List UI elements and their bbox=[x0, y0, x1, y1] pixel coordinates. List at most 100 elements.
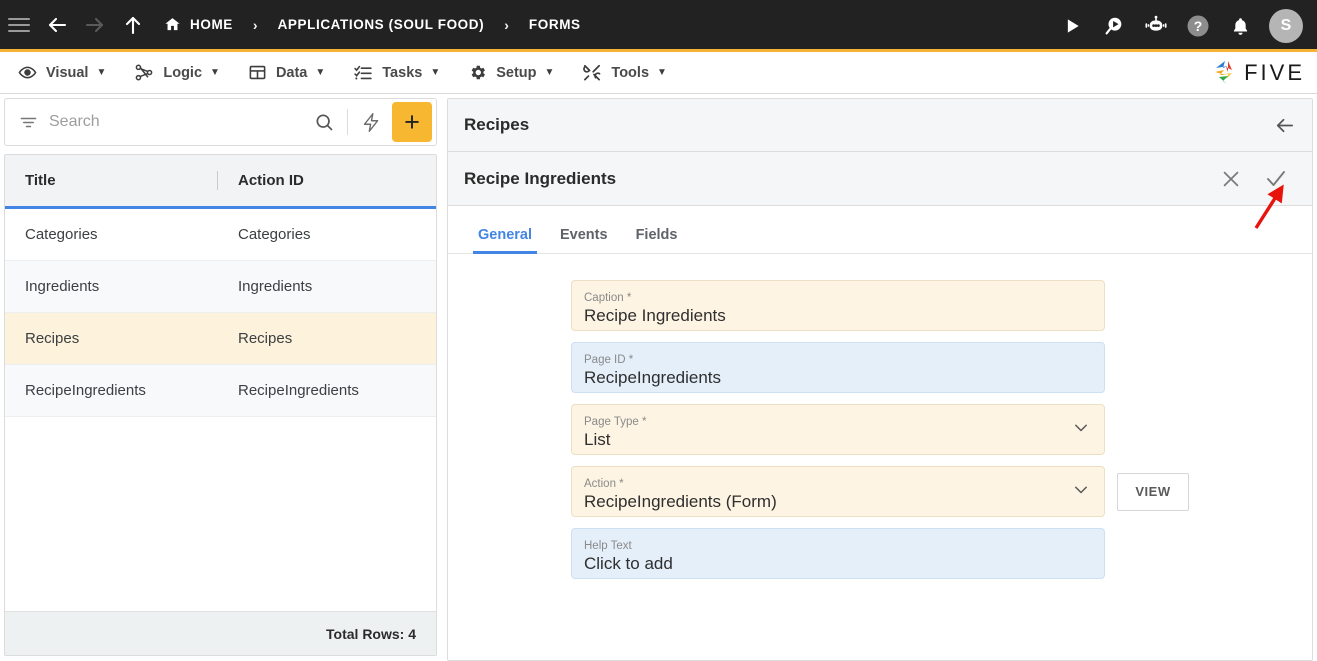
menu-label-data: Data bbox=[275, 64, 308, 81]
detail-header: Recipes bbox=[448, 99, 1312, 152]
chevron-down-icon: ▼ bbox=[544, 67, 555, 78]
run-icon[interactable] bbox=[1051, 0, 1093, 52]
top-nav-controls bbox=[0, 0, 152, 51]
tab-fields[interactable]: Fields bbox=[622, 227, 692, 253]
add-form-button[interactable]: + bbox=[392, 102, 432, 142]
grid-footer: Total Rows: 4 bbox=[5, 611, 436, 655]
chevron-down-icon: ▼ bbox=[430, 67, 441, 78]
save-check-icon[interactable] bbox=[1264, 167, 1288, 191]
total-rows-label: Total Rows: 4 bbox=[326, 625, 416, 642]
table-row[interactable]: Categories Categories bbox=[5, 209, 436, 261]
breadcrumb: HOME › APPLICATIONS (SOUL FOOD) › FORMS bbox=[164, 0, 581, 51]
robot-assistant-icon[interactable] bbox=[1135, 0, 1177, 52]
filter-icon[interactable] bbox=[15, 113, 41, 132]
forms-grid: Title Action ID Categories Categories In… bbox=[4, 154, 437, 656]
page-id-value: RecipeIngredients bbox=[584, 367, 722, 387]
chevron-down-icon: ▼ bbox=[657, 67, 667, 78]
breadcrumb-item-forms[interactable]: FORMS bbox=[529, 17, 581, 32]
record-header: Recipe Ingredients bbox=[448, 152, 1312, 206]
five-logo-text: FIVE bbox=[1244, 60, 1305, 85]
menu-label-setup: Setup bbox=[496, 64, 537, 81]
table-row-selected[interactable]: Recipes Recipes bbox=[5, 313, 436, 365]
cancel-icon[interactable] bbox=[1220, 168, 1242, 190]
grid-column-title[interactable]: Title bbox=[5, 155, 218, 206]
page-id-label: Page ID * bbox=[584, 353, 634, 366]
breadcrumb-item-home[interactable]: HOME bbox=[164, 16, 233, 33]
cell-action-id: Recipes bbox=[238, 330, 293, 347]
page-type-select[interactable]: Page Type * List bbox=[571, 404, 1105, 455]
search-bar: + bbox=[4, 98, 437, 146]
action-select[interactable]: Action * RecipeIngredients (Form) bbox=[571, 466, 1105, 517]
field-row-help-text: Help Text Click to add bbox=[448, 528, 1312, 579]
app-root: HOME › APPLICATIONS (SOUL FOOD) › FORMS … bbox=[0, 0, 1317, 661]
forms-list-panel: + Title Action ID Categories Categories … bbox=[4, 98, 437, 656]
tab-general[interactable]: General bbox=[464, 227, 546, 254]
main-menu-bar: Visual ▼ Logic ▼ Data ▼ Tasks ▼ Setup ▼ … bbox=[0, 52, 1317, 94]
cell-action-id: Categories bbox=[238, 226, 311, 243]
chevron-down-icon: ▼ bbox=[96, 67, 107, 78]
up-arrow-icon[interactable] bbox=[114, 0, 152, 51]
menu-item-logic[interactable]: Logic ▼ bbox=[124, 52, 230, 94]
menu-label-logic: Logic bbox=[163, 64, 203, 81]
cell-title: Categories bbox=[25, 226, 98, 243]
breadcrumb-label-home: HOME bbox=[190, 17, 233, 32]
caption-value: Recipe Ingredients bbox=[584, 305, 726, 325]
cell-action-id: Ingredients bbox=[238, 278, 313, 295]
grid-header-row: Title Action ID bbox=[5, 155, 436, 209]
user-avatar[interactable]: S bbox=[1269, 9, 1303, 43]
chevron-down-icon[interactable] bbox=[1072, 480, 1090, 503]
help-text-field[interactable]: Help Text Click to add bbox=[571, 528, 1105, 579]
table-row[interactable]: RecipeIngredients RecipeIngredients bbox=[5, 365, 436, 417]
close-panel-arrow-icon[interactable] bbox=[1273, 114, 1296, 137]
field-row-caption: Caption * Recipe Ingredients bbox=[448, 280, 1312, 331]
hamburger-menu-icon[interactable] bbox=[0, 0, 38, 51]
grid-column-action-id[interactable]: Action ID bbox=[217, 155, 436, 206]
top-nav-actions: ? S bbox=[1051, 0, 1303, 52]
cell-action-id: RecipeIngredients bbox=[238, 382, 359, 399]
lightning-icon[interactable] bbox=[354, 112, 388, 133]
breadcrumb-label-applications: APPLICATIONS (SOUL FOOD) bbox=[277, 17, 485, 32]
gear-icon bbox=[468, 63, 487, 82]
search-divider bbox=[347, 109, 348, 135]
back-arrow-icon[interactable] bbox=[38, 0, 76, 51]
record-title: Recipe Ingredients bbox=[464, 168, 617, 188]
menu-label-tasks: Tasks bbox=[382, 64, 423, 81]
cell-title: RecipeIngredients bbox=[25, 382, 146, 399]
top-navigation-bar: HOME › APPLICATIONS (SOUL FOOD) › FORMS … bbox=[0, 0, 1317, 52]
breadcrumb-item-applications[interactable]: APPLICATIONS (SOUL FOOD) bbox=[278, 17, 485, 32]
caption-field[interactable]: Caption * Recipe Ingredients bbox=[571, 280, 1105, 331]
search-icon[interactable] bbox=[307, 112, 341, 132]
search-input[interactable] bbox=[41, 113, 307, 131]
menu-label-tools: Tools bbox=[611, 64, 650, 81]
menu-item-tasks[interactable]: Tasks ▼ bbox=[343, 52, 450, 94]
chevron-down-icon: ▼ bbox=[315, 67, 326, 78]
forward-arrow-icon[interactable] bbox=[76, 0, 114, 51]
logic-nodes-icon bbox=[134, 63, 154, 82]
help-text-value: Click to add bbox=[584, 553, 673, 573]
table-row[interactable]: Ingredients Ingredients bbox=[5, 261, 436, 313]
tab-events[interactable]: Events bbox=[546, 227, 622, 253]
detail-tabs: General Events Fields bbox=[448, 206, 1312, 254]
form-detail-panel: Recipes Recipe Ingredients General Event… bbox=[447, 98, 1313, 661]
debug-run-icon[interactable] bbox=[1093, 0, 1135, 52]
page-type-label: Page Type * bbox=[584, 415, 647, 428]
menu-item-setup[interactable]: Setup ▼ bbox=[458, 52, 564, 94]
help-text-label: Help Text bbox=[584, 539, 632, 552]
help-icon[interactable]: ? bbox=[1177, 0, 1219, 52]
view-action-button[interactable]: VIEW bbox=[1117, 472, 1189, 511]
field-row-action: Action * RecipeIngredients (Form) VIEW bbox=[448, 466, 1312, 517]
chevron-down-icon: ▼ bbox=[210, 67, 220, 78]
record-actions bbox=[1220, 167, 1296, 191]
table-icon bbox=[248, 63, 267, 82]
menu-item-visual[interactable]: Visual ▼ bbox=[8, 52, 116, 94]
menu-item-data[interactable]: Data ▼ bbox=[238, 52, 335, 94]
svg-text:?: ? bbox=[1194, 18, 1203, 34]
menu-item-tools[interactable]: Tools ▼ bbox=[572, 52, 677, 94]
home-icon bbox=[164, 16, 181, 33]
chevron-down-icon[interactable] bbox=[1072, 418, 1090, 441]
page-id-field[interactable]: Page ID * RecipeIngredients bbox=[571, 342, 1105, 393]
breadcrumb-label-forms: FORMS bbox=[528, 17, 581, 32]
notifications-bell-icon[interactable] bbox=[1219, 0, 1261, 52]
general-tab-form: Caption * Recipe Ingredients Page ID * R… bbox=[448, 254, 1312, 579]
page-title: Recipes bbox=[464, 115, 530, 134]
